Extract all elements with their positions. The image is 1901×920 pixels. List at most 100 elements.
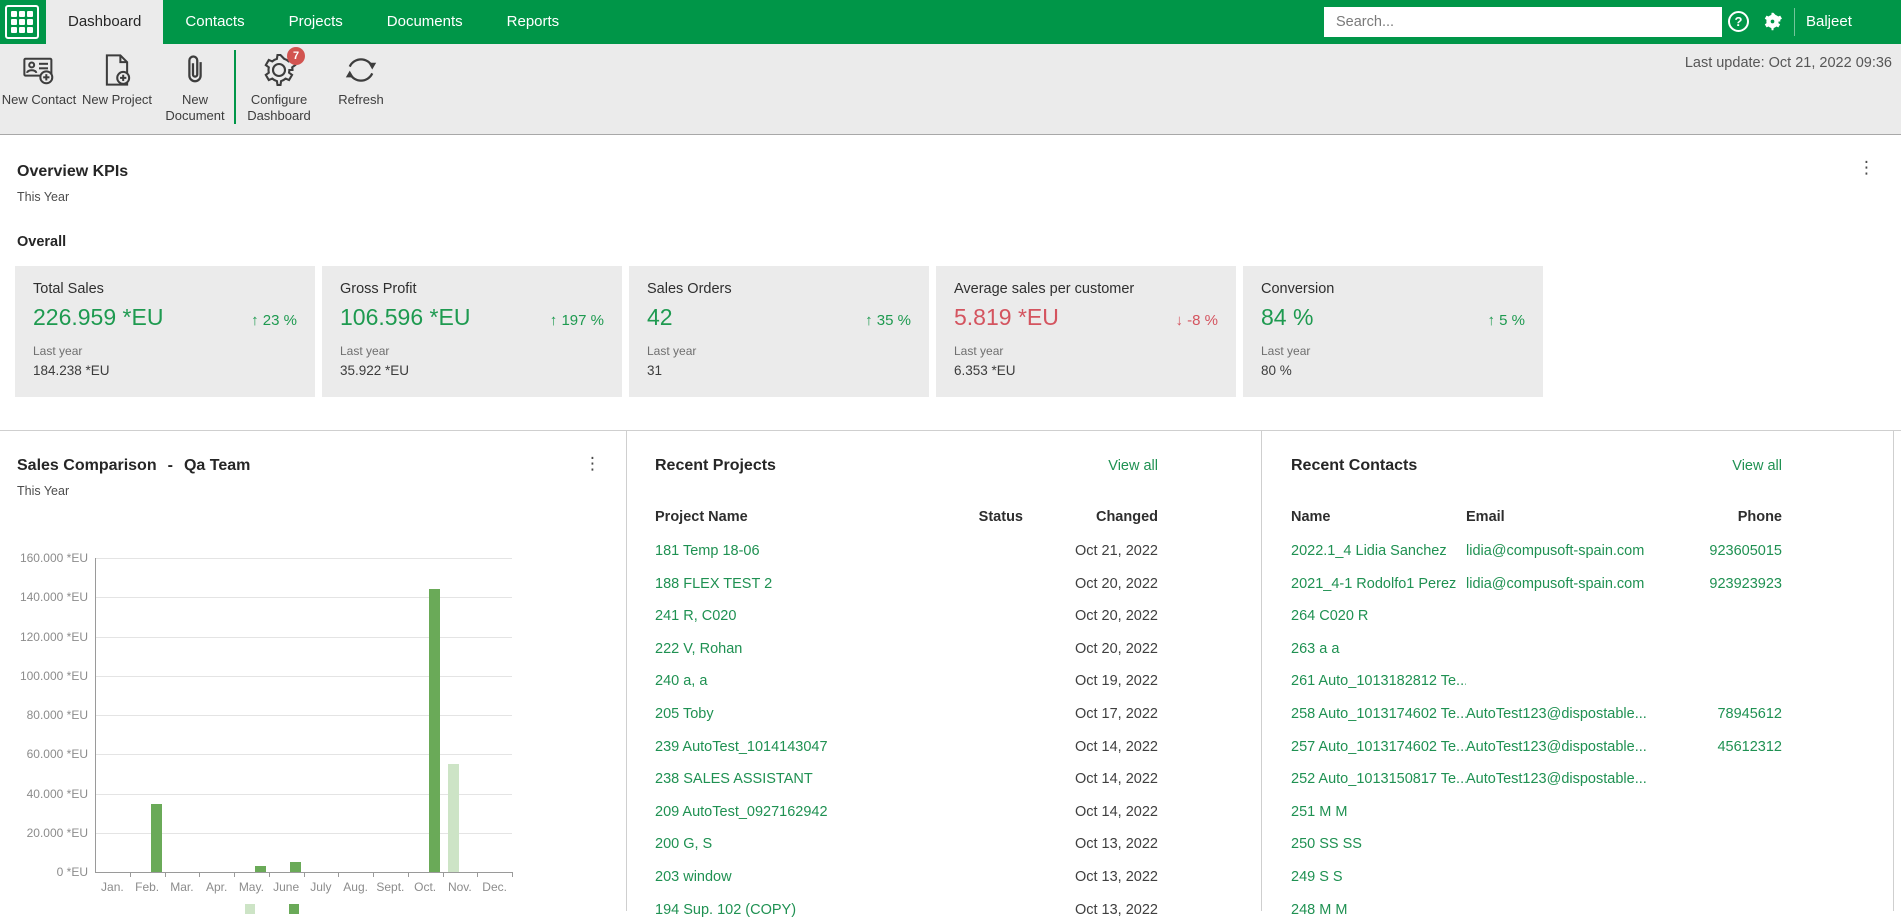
contact-phone-link[interactable]: [1682, 769, 1782, 789]
contact-name-link[interactable]: 252 Auto_1013150817 Te...: [1291, 769, 1466, 789]
contact-name-link[interactable]: 249 S S: [1291, 867, 1466, 887]
app-logo[interactable]: [5, 5, 39, 39]
panel-divider: [1261, 431, 1262, 911]
user-menu[interactable]: Baljeet Sandhu: [1806, 0, 1901, 74]
new-document-button[interactable]: New Document: [156, 44, 234, 124]
contact-name-link[interactable]: 2021_4-1 Rodolfo1 Perez: [1291, 574, 1466, 594]
tab-documents[interactable]: Documents: [365, 0, 485, 44]
contact-name-link[interactable]: 258 Auto_1013174602 Te...: [1291, 704, 1466, 724]
project-status: [893, 541, 1023, 561]
contact-phone-link[interactable]: 45612312: [1682, 737, 1782, 757]
project-changed-date: Oct 20, 2022: [1074, 575, 1158, 592]
project-status: [893, 704, 1023, 724]
contact-email-link[interactable]: AutoTest123@dispostable...: [1466, 704, 1682, 724]
project-name-link[interactable]: 209 AutoTest_0927162942: [655, 802, 893, 822]
project-name-link[interactable]: 239 AutoTest_1014143047: [655, 737, 893, 757]
project-name-link[interactable]: 181 Temp 18-06: [655, 541, 893, 561]
refresh-button[interactable]: Refresh: [322, 44, 400, 124]
configure-dashboard-button[interactable]: 7 Configure Dashboard: [236, 44, 322, 124]
kpi-trend-arrow-icon: ↓: [1175, 312, 1183, 329]
kpi-trend-arrow-icon: ↑: [865, 312, 873, 329]
contact-row: 250 SS SS: [1291, 834, 1782, 854]
contact-phone-link[interactable]: [1682, 867, 1782, 887]
contact-name-link[interactable]: 251 M M: [1291, 802, 1466, 822]
sales-comparison-menu-icon[interactable]: ⋮: [584, 455, 601, 472]
tab-dashboard[interactable]: Dashboard: [46, 0, 164, 44]
x-axis-tick-label: July: [310, 880, 332, 894]
kpi-last-year-label: Last year: [340, 344, 390, 358]
project-name-link[interactable]: 205 Toby: [655, 704, 893, 724]
tab-reports[interactable]: Reports: [485, 0, 582, 44]
contact-email-link[interactable]: [1466, 867, 1682, 887]
contact-email-link[interactable]: [1466, 834, 1682, 854]
kpi-value: 226.959 *EU: [33, 304, 164, 330]
x-axis-tick: [303, 872, 305, 877]
contact-phone-link[interactable]: [1682, 606, 1782, 626]
project-row: 188 FLEX TEST 2 Oct 20, 2022: [655, 574, 1158, 594]
project-status: [893, 639, 1023, 659]
project-row: 222 V, Rohan Oct 20, 2022: [655, 639, 1158, 659]
kpi-label: Average sales per customer: [954, 281, 1135, 297]
tab-projects[interactable]: Projects: [267, 0, 365, 44]
x-axis-tick: [512, 872, 513, 877]
contact-phone-link[interactable]: 923605015: [1682, 541, 1782, 561]
contact-name-link[interactable]: 257 Auto_1013174602 Te...: [1291, 737, 1466, 757]
contact-email-link[interactable]: AutoTest123@dispostable...: [1466, 737, 1682, 757]
contact-name-link[interactable]: 250 SS SS: [1291, 834, 1466, 854]
contact-email-link[interactable]: [1466, 671, 1682, 691]
contact-row: 249 S S: [1291, 867, 1782, 887]
contact-email-link[interactable]: AutoTest123@dispostable...: [1466, 769, 1682, 789]
kpi-card-gross-profit: Gross Profit 106.596 *EU ↑ 197 % Last ye…: [322, 266, 622, 397]
contact-email-link[interactable]: [1466, 802, 1682, 822]
panel-divider: [626, 431, 627, 911]
contact-phone-link[interactable]: [1682, 671, 1782, 691]
project-name-link[interactable]: 203 window: [655, 867, 893, 887]
y-axis-tick-label: 60.000 *EU: [26, 747, 88, 762]
kpi-last-year-value: 6.353 *EU: [954, 363, 1016, 378]
new-project-button[interactable]: New Project: [78, 44, 156, 124]
project-status: [893, 671, 1023, 691]
contact-email-link[interactable]: lidia@compusoft-spain.com: [1466, 574, 1682, 594]
contact-row: 2021_4-1 Rodolfo1 Perez lidia@compusoft-s…: [1291, 574, 1782, 594]
contact-phone-link[interactable]: [1682, 639, 1782, 659]
contact-name-link[interactable]: 263 a a: [1291, 639, 1466, 659]
kpi-panel-menu-icon[interactable]: ⋮: [1858, 159, 1875, 176]
column-header-phone: Phone: [1737, 509, 1782, 525]
kpi-delta: ↓ -8 %: [1175, 312, 1218, 329]
recent-projects-view-all-link[interactable]: View all: [1108, 458, 1158, 474]
project-name-link[interactable]: 241 R, C020: [655, 606, 893, 626]
recent-contacts-view-all-link[interactable]: View all: [1732, 458, 1782, 474]
chart-gridline: [95, 558, 512, 559]
contact-phone-link[interactable]: 78945612: [1682, 704, 1782, 724]
search-input[interactable]: [1324, 7, 1722, 37]
project-name-link[interactable]: 200 G, S: [655, 834, 893, 854]
project-name-link[interactable]: 222 V, Rohan: [655, 639, 893, 659]
project-status: [893, 802, 1023, 822]
recent-contacts-header: Name Email Phone: [1291, 509, 1782, 525]
contact-name-link[interactable]: 261 Auto_1013182812 Te...: [1291, 671, 1466, 691]
contact-name-link[interactable]: 2022.1_4 Lidia Sanchez: [1291, 541, 1466, 561]
contact-row: 252 Auto_1013150817 Te... AutoTest123@dis…: [1291, 769, 1782, 789]
new-contact-button[interactable]: New Contact: [0, 44, 78, 124]
contact-email-link[interactable]: [1466, 639, 1682, 659]
chart-bar-feb-: [150, 804, 162, 872]
contact-phone-link[interactable]: [1682, 834, 1782, 854]
project-row: 240 a, a Oct 19, 2022: [655, 671, 1158, 691]
y-axis-line: [95, 558, 96, 872]
project-name-link[interactable]: 240 a, a: [655, 671, 893, 691]
help-icon[interactable]: ?: [1728, 11, 1749, 32]
project-name-link[interactable]: 188 FLEX TEST 2: [655, 574, 893, 594]
recent-projects-header: Project Name Status Changed: [655, 509, 1158, 525]
contact-email-link[interactable]: [1466, 606, 1682, 626]
contact-phone-link[interactable]: [1682, 802, 1782, 822]
tab-contacts[interactable]: Contacts: [163, 0, 266, 44]
contact-name-link[interactable]: 264 C020 R: [1291, 606, 1466, 626]
project-status: [893, 574, 1023, 594]
toolbar-button-label: New Document: [165, 92, 225, 123]
settings-gear-icon[interactable]: [1762, 11, 1783, 32]
action-toolbar: New Contact New Project New Document 7 Confi…: [0, 44, 1901, 135]
contact-email-link[interactable]: lidia@compusoft-spain.com: [1466, 541, 1682, 561]
x-axis-tick-label: Dec.: [482, 880, 507, 894]
project-name-link[interactable]: 238 SALES ASSISTANT: [655, 769, 893, 789]
contact-phone-link[interactable]: 923923923: [1682, 574, 1782, 594]
